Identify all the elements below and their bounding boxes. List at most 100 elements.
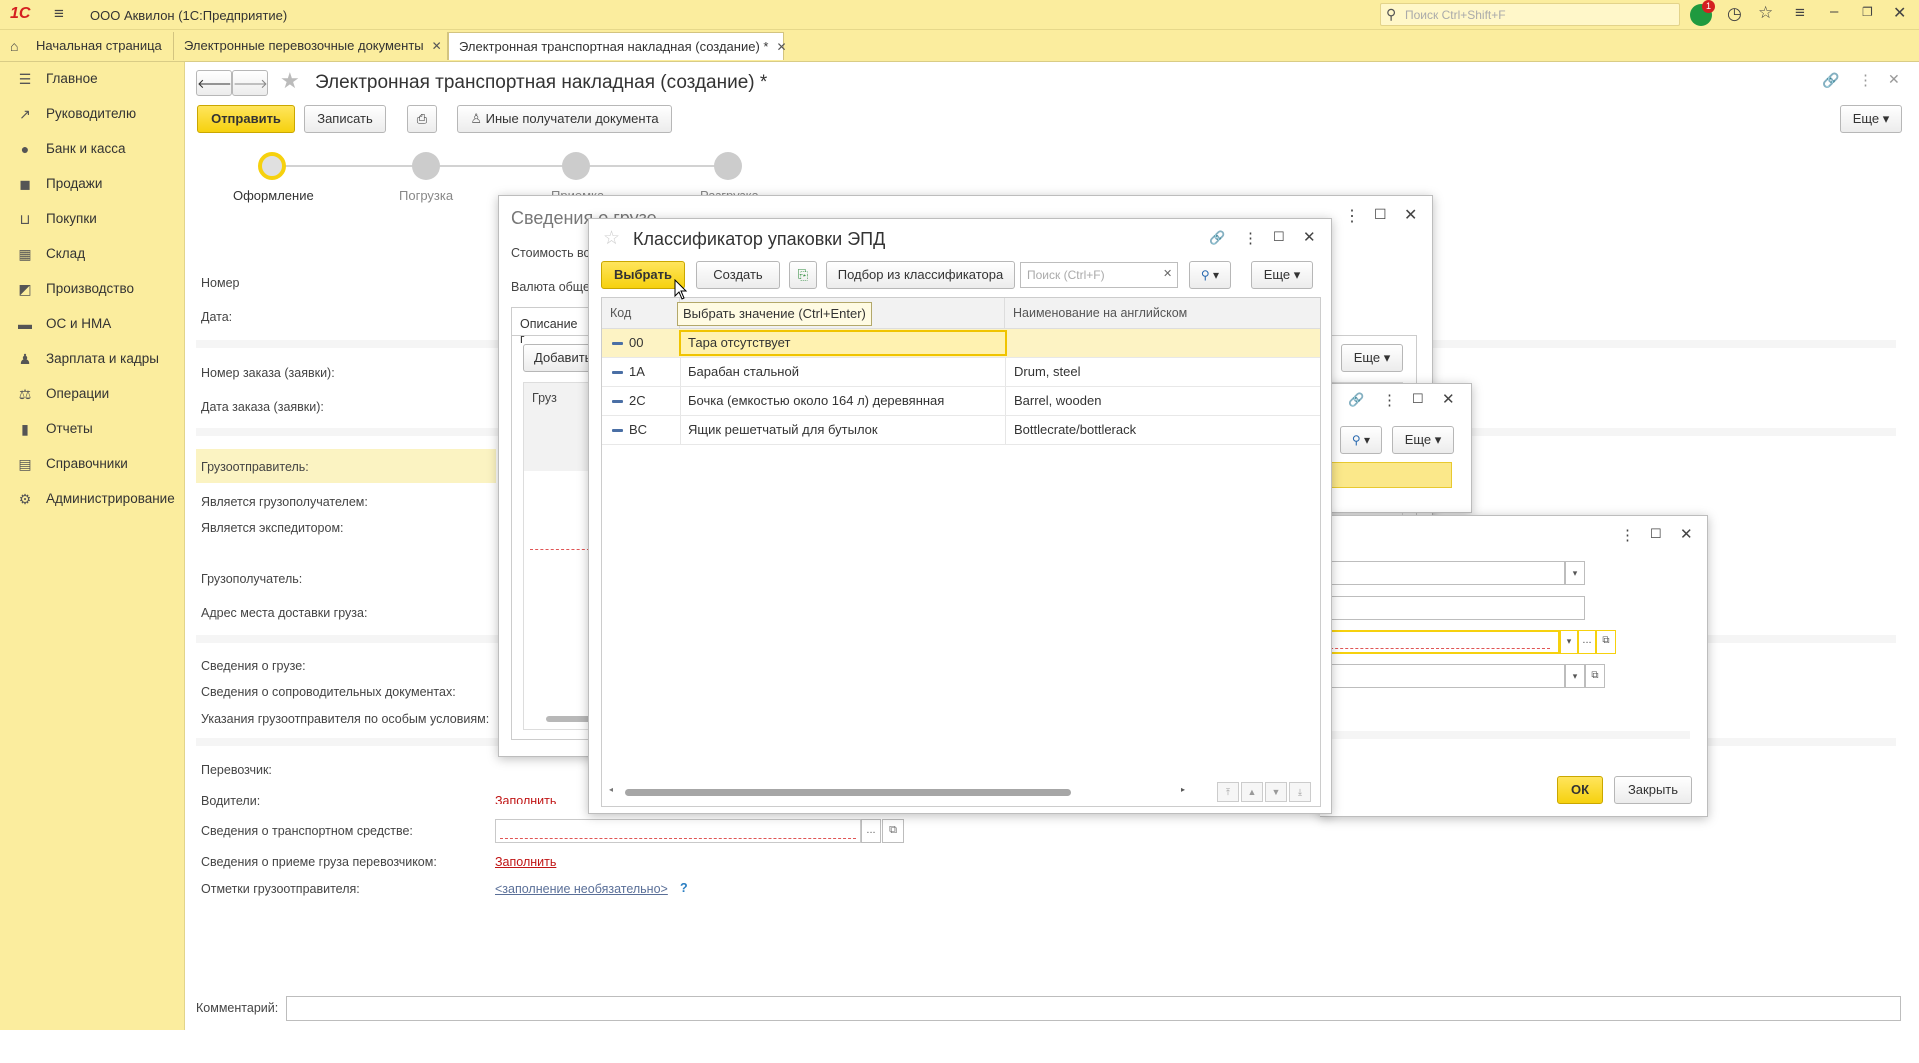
sidebar-item-catalogs[interactable]: ▤ Справочники: [0, 447, 185, 481]
sidebar-item-salary[interactable]: ♟ Зарплата и кадры: [0, 342, 185, 376]
sidebar-item-admin[interactable]: ⚙ Администрирование: [0, 482, 185, 516]
select-button[interactable]: ...: [1578, 630, 1596, 654]
dropdown-button[interactable]: ▾: [1565, 561, 1585, 585]
open-button[interactable]: ⧉: [1596, 630, 1616, 654]
scroll-right-icon[interactable]: ▸: [1181, 785, 1185, 794]
link-icon[interactable]: 🔗: [1348, 392, 1364, 408]
restore-icon[interactable]: ❐: [1862, 5, 1873, 19]
sidebar-item-assets[interactable]: ▬ ОС и НМА: [0, 307, 185, 341]
tab-description[interactable]: Описание г: [511, 307, 591, 346]
sidebar-item-warehouse[interactable]: ▦ Склад: [0, 237, 185, 271]
dialog-select-field[interactable]: [1320, 561, 1565, 585]
nav-last-button[interactable]: ⤓: [1289, 782, 1311, 802]
sidebar-item-reports[interactable]: ▮ Отчеты: [0, 412, 185, 446]
selected-row[interactable]: [1320, 462, 1452, 488]
clear-search-icon[interactable]: ✕: [1163, 267, 1172, 280]
table-row[interactable]: 2C Бочка (емкостью около 164 л) деревянн…: [602, 387, 1320, 416]
maximize-icon[interactable]: ☐: [1650, 526, 1662, 542]
sidebar-item-manager[interactable]: ↗ Руководителю: [0, 97, 185, 131]
main-menu-icon[interactable]: ≡: [54, 4, 64, 24]
comment-input[interactable]: [286, 996, 1901, 1021]
tab-epd-list[interactable]: Электронные перевозочные документы ✕: [174, 32, 448, 60]
table-row[interactable]: BC Ящик решетчатый для бутылок Bottlecra…: [602, 416, 1320, 445]
scroll-left-icon[interactable]: ◂: [609, 785, 613, 794]
classifier-more-button[interactable]: Еще ▾: [1251, 261, 1313, 289]
copy-button[interactable]: ⎘: [789, 261, 817, 289]
favorite-star-icon[interactable]: ★: [280, 68, 300, 94]
close-tab-icon[interactable]: ✕: [432, 39, 442, 53]
more-actions-icon[interactable]: ⋮: [1620, 526, 1635, 544]
table-row[interactable]: 1A Барабан стальной Drum, steel: [602, 358, 1320, 387]
vehicle-input[interactable]: [495, 819, 861, 843]
packaging-more-button[interactable]: Еще ▾: [1392, 426, 1454, 454]
maximize-icon[interactable]: ☐: [1273, 229, 1285, 245]
tab-etn-create[interactable]: Электронная транспортная накладная (созд…: [448, 32, 787, 60]
classifier-search-input[interactable]: Поиск (Ctrl+F) ✕: [1020, 262, 1178, 288]
close-button[interactable]: Закрыть: [1614, 776, 1692, 804]
sidebar-item-purchases[interactable]: ⊔ Покупки: [0, 202, 185, 236]
nav-up-button[interactable]: ▲: [1241, 782, 1263, 802]
dropdown-button[interactable]: ▾: [1560, 630, 1578, 654]
close-app-icon[interactable]: ✕: [1893, 3, 1906, 23]
history-icon[interactable]: ◷: [1727, 4, 1742, 24]
more-actions-icon[interactable]: ⋮: [1382, 391, 1397, 409]
sidebar-item-sales[interactable]: ◼ Продажи: [0, 167, 185, 201]
nav-down-button[interactable]: ▼: [1265, 782, 1287, 802]
more-actions-icon[interactable]: ⋮: [1344, 206, 1360, 226]
close-window-icon[interactable]: ✕: [1303, 228, 1316, 246]
select-button[interactable]: Выбрать: [601, 261, 685, 289]
column-code[interactable]: Код: [602, 298, 680, 328]
close-tab-icon[interactable]: ✕: [776, 40, 786, 54]
acceptance-fill-link[interactable]: Заполнить: [495, 855, 556, 869]
dialog-field-4[interactable]: [1320, 664, 1565, 688]
step-unloading[interactable]: [714, 152, 742, 180]
close-window-icon[interactable]: ✕: [1442, 390, 1455, 408]
favorite-star-icon[interactable]: ☆: [603, 227, 620, 250]
sidebar-item-production[interactable]: ◩ Производство: [0, 272, 185, 306]
create-button[interactable]: Создать: [696, 261, 780, 289]
print-button[interactable]: ⎙: [407, 105, 437, 133]
maximize-icon[interactable]: ☐: [1412, 391, 1424, 407]
close-window-icon[interactable]: ✕: [1404, 205, 1417, 225]
sidebar-item-operations[interactable]: ⚖ Операции: [0, 377, 185, 411]
dialog-text-field[interactable]: [1320, 596, 1585, 620]
optional-link[interactable]: <заполнение необязательно>: [495, 882, 668, 896]
ok-button[interactable]: ОК: [1557, 776, 1603, 804]
minimize-icon[interactable]: –: [1830, 3, 1838, 20]
forward-button[interactable]: 🡒: [232, 70, 268, 96]
cargo-more-button[interactable]: Еще ▾: [1341, 344, 1403, 372]
step-design[interactable]: [258, 152, 286, 180]
nav-first-button[interactable]: ⤒: [1217, 782, 1239, 802]
search-button[interactable]: ⚲ ▾: [1340, 426, 1382, 454]
back-button[interactable]: 🡐: [196, 70, 232, 96]
more-actions-icon[interactable]: ⋮: [1243, 229, 1258, 247]
link-icon[interactable]: 🔗: [1209, 230, 1225, 246]
help-icon[interactable]: ?: [680, 881, 688, 895]
pick-from-classifier-button[interactable]: Подбор из классификатора: [826, 261, 1015, 289]
dialog-active-field[interactable]: [1320, 630, 1560, 654]
tab-home[interactable]: ⌂ Начальная страница: [0, 32, 174, 60]
more-actions-icon[interactable]: ⋮: [1858, 71, 1873, 89]
link-icon[interactable]: 🔗: [1822, 72, 1839, 89]
search-options-button[interactable]: ⚲ ▾: [1189, 261, 1231, 289]
global-search[interactable]: ⚲ Поиск Ctrl+Shift+F: [1380, 3, 1680, 26]
horizontal-scrollbar[interactable]: [625, 789, 1071, 796]
table-row[interactable]: 00 Тара отсутствует: [602, 329, 1320, 358]
vehicle-select-button[interactable]: ...: [861, 819, 881, 843]
send-button[interactable]: Отправить: [197, 105, 295, 133]
close-form-icon[interactable]: ✕: [1888, 71, 1900, 88]
step-acceptance[interactable]: [562, 152, 590, 180]
other-recipients-button[interactable]: ♙ Иные получатели документа: [457, 105, 672, 133]
add-button[interactable]: Добавить: [523, 344, 593, 372]
sidebar-item-main[interactable]: ☰ Главное: [0, 62, 185, 96]
column-name-en[interactable]: Наименование на английском: [1005, 298, 1320, 328]
functions-menu-icon[interactable]: ≡: [1795, 3, 1805, 23]
open-button[interactable]: ⧉: [1585, 664, 1605, 688]
sidebar-item-bank[interactable]: ● Банк и касса: [0, 132, 185, 166]
close-window-icon[interactable]: ✕: [1680, 525, 1693, 543]
dropdown-button[interactable]: ▾: [1565, 664, 1585, 688]
favorites-icon[interactable]: ☆: [1758, 3, 1773, 23]
more-button[interactable]: Еще ▾: [1840, 105, 1902, 133]
maximize-icon[interactable]: ☐: [1374, 206, 1387, 223]
save-button[interactable]: Записать: [304, 105, 386, 133]
